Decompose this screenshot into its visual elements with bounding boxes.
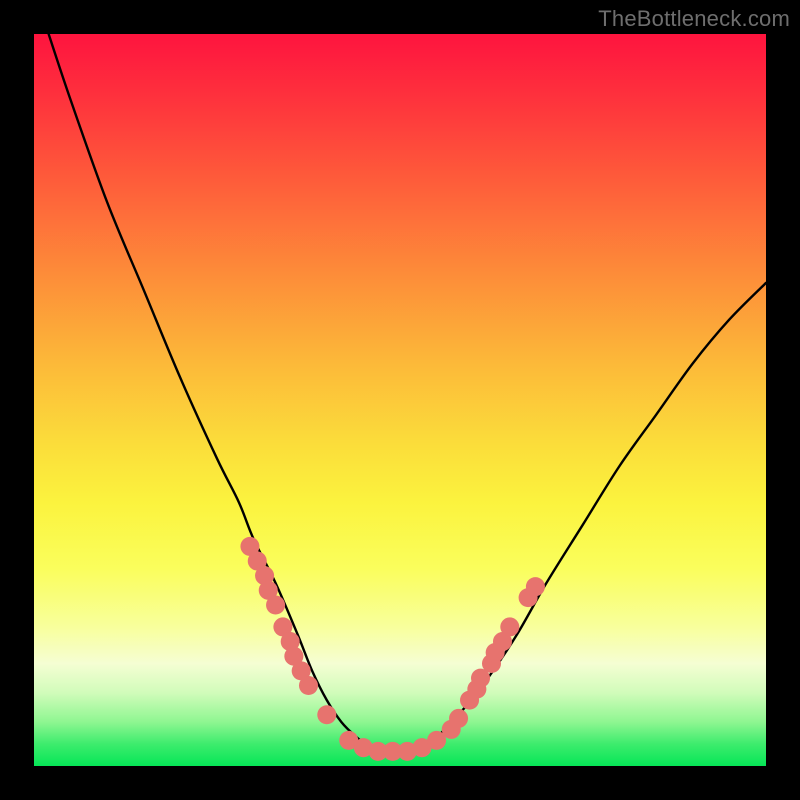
scatter-dot [500, 617, 519, 636]
curve-line [49, 34, 766, 752]
plot-area [34, 34, 766, 766]
chart-frame: TheBottleneck.com [0, 0, 800, 800]
scatter-dot [449, 709, 468, 728]
watermark-text: TheBottleneck.com [598, 6, 790, 32]
scatter-dot [317, 705, 336, 724]
scatter-dot [526, 577, 545, 596]
scatter-dot [266, 595, 285, 614]
scatter-dots [240, 537, 545, 761]
chart-svg [34, 34, 766, 766]
scatter-dot [299, 676, 318, 695]
